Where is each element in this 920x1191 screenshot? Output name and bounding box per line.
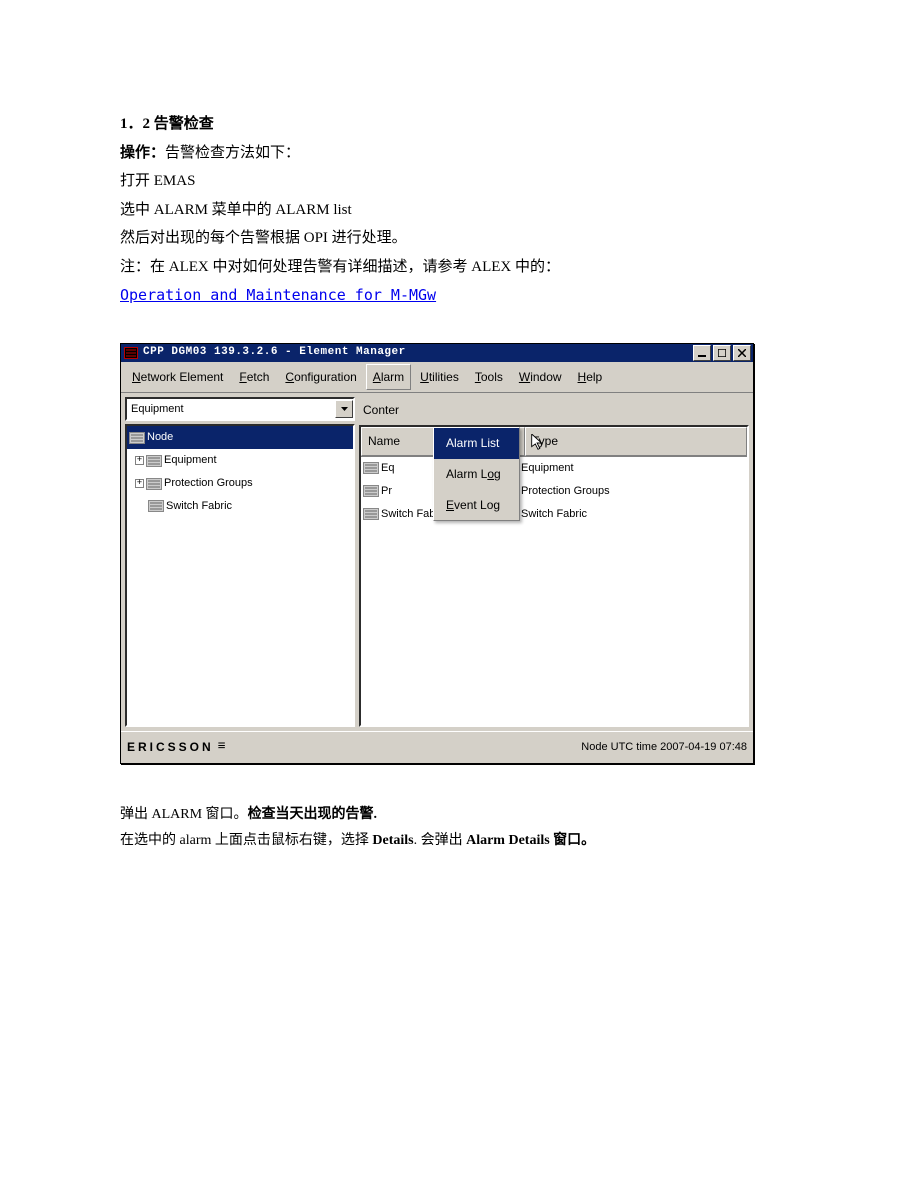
cell-name: Eq bbox=[381, 458, 394, 479]
operation-text: 告警检查方法如下： bbox=[165, 145, 300, 161]
app-icon bbox=[123, 346, 139, 360]
application-window: CPP DGM03 139.3.2.6 - Element Manager Ne… bbox=[120, 343, 754, 764]
paragraph-step2: 选中 ALARM 菜单中的 ALARM list bbox=[120, 196, 800, 225]
titlebar: CPP DGM03 139.3.2.6 - Element Manager bbox=[121, 344, 753, 362]
chevron-down-icon bbox=[341, 407, 348, 411]
equipment-icon bbox=[363, 508, 379, 520]
equipment-icon bbox=[146, 455, 162, 467]
content-label: Conter bbox=[359, 397, 749, 422]
equipment-icon bbox=[129, 432, 145, 444]
window-title: CPP DGM03 139.3.2.6 - Element Manager bbox=[143, 342, 693, 363]
paragraph-note: 注：在 ALEX 中对如何处理告警有详细描述，请参考 ALEX 中的： bbox=[120, 253, 800, 282]
tree-node-protection[interactable]: + Protection Groups bbox=[127, 472, 353, 495]
paragraph-result1: 弹出 ALARM 窗口。检查当天出现的告警. bbox=[120, 802, 800, 829]
equipment-icon bbox=[363, 485, 379, 497]
tree-node-switch-fabric[interactable]: Switch Fabric bbox=[127, 495, 353, 518]
equipment-combo[interactable]: Equipment bbox=[125, 397, 355, 421]
statusbar: ERICSSON≡ Node UTC time 2007-04-19 07:48 bbox=[121, 731, 753, 763]
combo-dropdown-button[interactable] bbox=[335, 400, 353, 418]
operation-label: 操作： bbox=[120, 145, 165, 161]
maximize-button[interactable] bbox=[713, 345, 731, 361]
alarm-dropdown-menu: Alarm List Alarm Log Event Log bbox=[433, 427, 520, 521]
left-pane: Equipment Node + Equipment bbox=[125, 397, 355, 727]
paragraph-step3: 然后对出现的每个告警根据 OPI 进行处理。 bbox=[120, 224, 800, 253]
tree-label: Protection Groups bbox=[164, 473, 253, 494]
status-utc-time: Node UTC time 2007-04-19 07:48 bbox=[581, 737, 747, 758]
list-item[interactable]: Eq Equipment bbox=[361, 457, 747, 480]
menubar: Network Element Fetch Configuration Alar… bbox=[121, 362, 753, 394]
cell-type: Equipment bbox=[515, 458, 745, 479]
equipment-icon bbox=[146, 478, 162, 490]
menu-network-element[interactable]: Network Element bbox=[125, 364, 230, 391]
tree-label: Switch Fabric bbox=[166, 496, 232, 517]
tree-label: Node bbox=[147, 427, 173, 448]
menu-fetch[interactable]: Fetch bbox=[232, 364, 276, 391]
expand-icon[interactable]: + bbox=[135, 456, 144, 465]
cell-type: Protection Groups bbox=[515, 481, 745, 502]
list-item[interactable]: Switch Fabric Switch Fabric bbox=[361, 503, 747, 526]
paragraph-operation: 操作：告警检查方法如下： bbox=[120, 139, 800, 168]
menu-alarm[interactable]: Alarm bbox=[366, 364, 411, 391]
reference-link[interactable]: Operation and Maintenance for M-MGw bbox=[120, 286, 436, 304]
tree-label: Equipment bbox=[164, 450, 217, 471]
window-controls bbox=[693, 345, 751, 361]
column-type[interactable]: Type bbox=[525, 427, 747, 456]
paragraph-step1: 打开 EMAS bbox=[120, 167, 800, 196]
cell-name: Pr bbox=[381, 481, 392, 502]
cell-type: Switch Fabric bbox=[515, 504, 745, 525]
close-button[interactable] bbox=[733, 345, 751, 361]
minimize-button[interactable] bbox=[693, 345, 711, 361]
section-heading: 1．2 告警检查 bbox=[120, 110, 800, 139]
list-header: Name Type bbox=[361, 427, 747, 457]
menu-window[interactable]: Window bbox=[512, 364, 569, 391]
menu-item-alarm-log[interactable]: Alarm Log bbox=[434, 459, 519, 490]
expand-icon[interactable]: + bbox=[135, 479, 144, 488]
brand-logo: ERICSSON≡ bbox=[127, 734, 226, 761]
equipment-icon bbox=[148, 500, 164, 512]
menu-configuration[interactable]: Configuration bbox=[278, 364, 363, 391]
combo-text: Equipment bbox=[127, 399, 335, 420]
tree-node-root[interactable]: Node bbox=[127, 426, 353, 449]
menu-tools[interactable]: Tools bbox=[468, 364, 510, 391]
menu-item-event-log[interactable]: Event Log bbox=[434, 490, 519, 521]
list-item[interactable]: Pr Protection Groups bbox=[361, 480, 747, 503]
list-view[interactable]: Name Type Eq Equipment Pr Protection Gro… bbox=[359, 425, 749, 727]
right-pane: Conter Name Type Eq Equipment bbox=[359, 397, 749, 727]
paragraph-result2: 在选中的 alarm 上面点击鼠标右键，选择 Details. 会弹出 Alar… bbox=[120, 828, 800, 855]
menu-item-alarm-list[interactable]: Alarm List bbox=[434, 428, 519, 459]
menu-help[interactable]: Help bbox=[571, 364, 610, 391]
tree-node-equipment[interactable]: + Equipment bbox=[127, 449, 353, 472]
embedded-screenshot: CPP DGM03 139.3.2.6 - Element Manager Ne… bbox=[120, 343, 800, 764]
tree-view[interactable]: Node + Equipment + Protection Groups bbox=[125, 424, 355, 727]
equipment-icon bbox=[363, 462, 379, 474]
document-page: 1．2 告警检查 操作：告警检查方法如下： 打开 EMAS 选中 ALARM 菜… bbox=[0, 0, 920, 1191]
list-body: Eq Equipment Pr Protection Groups Switch… bbox=[361, 457, 747, 526]
client-area: Equipment Node + Equipment bbox=[121, 393, 753, 731]
menu-utilities[interactable]: Utilities bbox=[413, 364, 466, 391]
